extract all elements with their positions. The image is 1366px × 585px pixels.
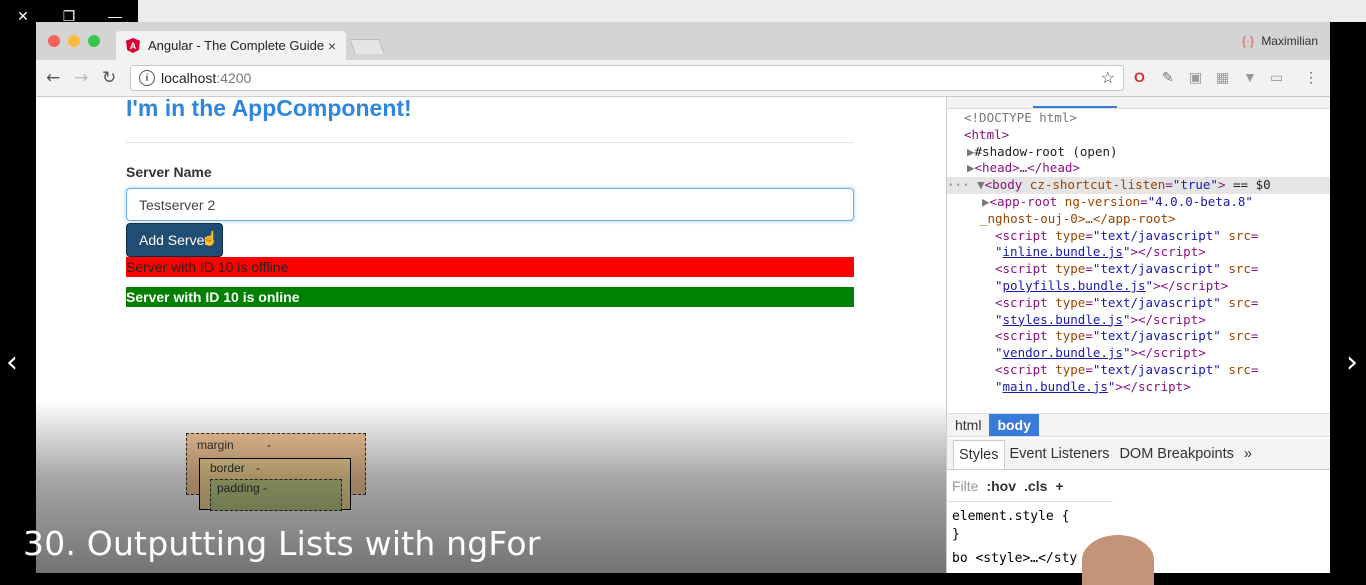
close-window-button[interactable] (48, 35, 60, 47)
tab-title: Angular - The Complete Guide (148, 38, 325, 53)
dom-doctype[interactable]: <!DOCTYPE html> (947, 110, 1330, 127)
eyedropper-extension-icon[interactable]: ✎ (1162, 69, 1174, 86)
cls-toggle[interactable]: .cls (1024, 478, 1047, 494)
dom-script-src[interactable]: "main.bundle.js"></script> (947, 379, 1330, 396)
dom-app-root-cont: _nghost-ouj-0>…</app-root> (980, 210, 1176, 226)
add-rule-icon[interactable]: + (1055, 478, 1063, 494)
box-model-diagram: margin - border - padding - (186, 433, 366, 511)
dom-script-src[interactable]: "styles.bundle.js"></script> (947, 312, 1330, 329)
styles-subtabs: Styles Event Listeners DOM Breakpoints » (947, 439, 1330, 470)
more-tabs-icon[interactable]: » (1239, 440, 1257, 468)
rule-close-brace: } (952, 527, 960, 542)
minimize-window-button[interactable] (68, 35, 80, 47)
dom-script-node[interactable]: <script type="text/javascript" src= (947, 362, 1330, 379)
opera-extension-icon[interactable]: O (1134, 69, 1145, 85)
dom-script-src[interactable]: "vendor.bundle.js"></script> (947, 345, 1330, 362)
dom-script-node[interactable]: <script type="text/javascript" src= (947, 328, 1330, 345)
dom-script-src[interactable]: "polyfills.bundle.js"></script> (947, 278, 1330, 295)
styles-filter-row: Filte :hov .cls + (947, 471, 1113, 502)
divider (126, 142, 854, 143)
url-host: localhost (161, 70, 217, 86)
dom-script-src[interactable]: "inline.bundle.js"></script> (947, 244, 1330, 261)
dom-script-node[interactable]: <script type="text/javascript" src= (947, 228, 1330, 245)
tab-close-icon[interactable]: × (328, 38, 336, 54)
page-viewport: I'm in the AppComponent! Server Name Add… (36, 97, 946, 573)
cast-extension-icon[interactable]: ▭ (1270, 69, 1283, 86)
grid-extension-icon[interactable]: ▦ (1216, 69, 1229, 86)
box-border-value: - (256, 461, 260, 475)
new-tab-button[interactable] (349, 39, 385, 54)
browser-tab[interactable]: A Angular - The Complete Guide × (116, 31, 346, 60)
box-padding: padding - (210, 479, 342, 511)
previous-arrow-icon[interactable]: ‹ (6, 345, 18, 380)
vue-extension-icon[interactable]: ▼ (1243, 69, 1257, 85)
dom-app-root-node[interactable]: ▶<app-root ng-version="4.0.0-beta.8" (947, 194, 1330, 211)
devtools-tabbar (947, 97, 1330, 109)
box-border: border - padding - (199, 458, 351, 511)
jb-extension-icon[interactable]: ▣ (1189, 69, 1202, 86)
server-name-input[interactable] (126, 188, 854, 221)
element-style-rule[interactable]: element.style { (952, 508, 1113, 526)
presenter-webcam (1082, 535, 1154, 585)
server-offline-message: Server with ID 10 is offline (126, 257, 854, 277)
profile-button[interactable]: {·} Maximilian (1242, 34, 1318, 48)
dom-script-node[interactable]: <script type="text/javascript" src= (947, 261, 1330, 278)
dom-body-node[interactable]: ··· ▼<body cz-shortcut-listen="true"> ==… (947, 177, 1330, 194)
breadcrumb-body[interactable]: body (989, 414, 1039, 436)
reload-icon[interactable]: ↻ (102, 68, 116, 88)
tab-styles[interactable]: Styles (953, 439, 1005, 469)
hov-toggle[interactable]: :hov (986, 478, 1016, 494)
url-port: :4200 (216, 70, 252, 86)
zoom-window-button[interactable] (88, 35, 100, 47)
next-arrow-icon[interactable]: › (1346, 345, 1358, 380)
styles-filter-input[interactable]: Filte (952, 478, 978, 494)
tab-dom-breakpoints[interactable]: DOM Breakpoints (1114, 440, 1238, 468)
box-margin-label: margin (197, 438, 234, 452)
dom-head-node[interactable]: ▶<head>…</head> (947, 160, 1330, 177)
server-name-label: Server Name (126, 164, 212, 180)
box-border-label: border (210, 461, 245, 475)
back-arrow-icon[interactable]: ← (46, 68, 60, 88)
profile-name: Maximilian (1261, 34, 1318, 48)
angular-logo-icon: A (126, 38, 140, 53)
box-padding-label: padding - (217, 481, 268, 495)
profile-icon: {·} (1241, 34, 1254, 48)
info-icon[interactable]: i (139, 70, 155, 86)
dom-script-node[interactable]: <script type="text/javascript" src= (947, 295, 1330, 312)
menu-kebab-icon[interactable]: ⋮ (1304, 69, 1318, 86)
tab-strip: A Angular - The Complete Guide × {·} Max… (36, 22, 1330, 60)
player-top-bar (138, 0, 1366, 22)
lesson-title: 30. Outputting Lists with ngFor (23, 524, 541, 563)
hand-cursor-icon: ☝ (201, 230, 219, 246)
browser-toolbar: ← → ↻ i localhost :4200 ☆ O ✎ ▣ ▦ ▼ ▭ ⋮ (36, 60, 1330, 97)
address-bar[interactable]: i localhost :4200 ☆ (130, 65, 1124, 91)
forward-arrow-icon[interactable]: → (74, 68, 88, 88)
tab-event-listeners[interactable]: Event Listeners (1005, 440, 1115, 468)
server-online-message: Server with ID 10 is online (126, 287, 854, 307)
bookmark-star-icon[interactable]: ☆ (1101, 68, 1115, 88)
elements-tab-indicator (1033, 106, 1117, 108)
box-margin-value: - (267, 438, 271, 452)
dom-tree: <!DOCTYPE html> <html> ▶#shadow-root (op… (947, 110, 1330, 396)
page-heading: I'm in the AppComponent! (126, 97, 412, 121)
breadcrumb: html body (947, 413, 1330, 437)
devtools-panel: <!DOCTYPE html> <html> ▶#shadow-root (op… (946, 97, 1330, 573)
dom-html-node[interactable]: <html> (947, 127, 1330, 144)
breadcrumb-html[interactable]: html (947, 414, 989, 436)
dom-shadow-root[interactable]: ▶#shadow-root (open) (947, 144, 1330, 161)
